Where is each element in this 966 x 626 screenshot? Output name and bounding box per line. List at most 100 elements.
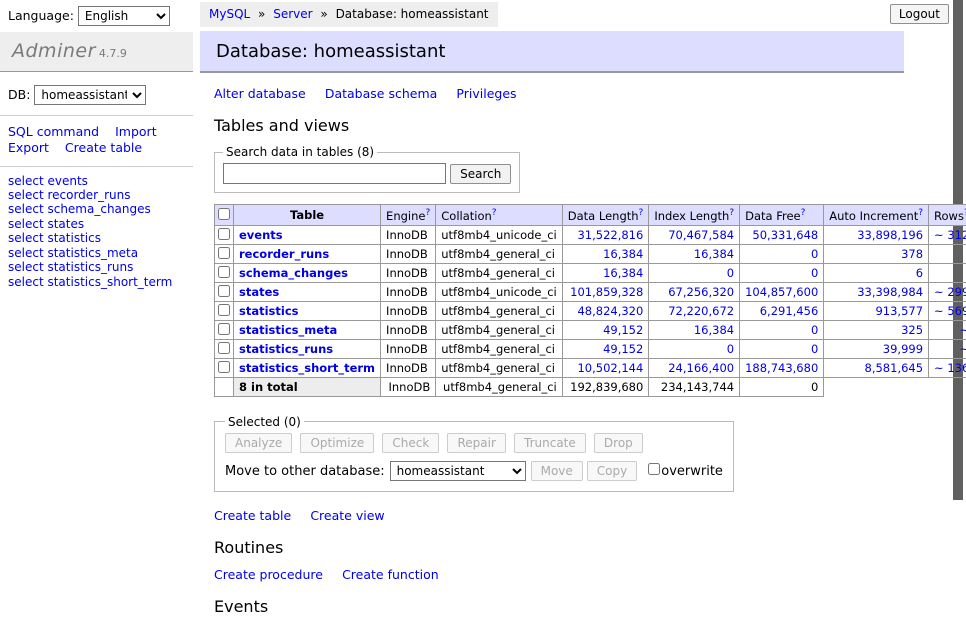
- index-length-link[interactable]: 70,467,584: [654, 228, 734, 242]
- create-view-link[interactable]: Create view: [310, 508, 384, 523]
- help-link[interactable]: ?: [918, 208, 923, 218]
- sidebar-table-link[interactable]: select statistics_meta: [8, 247, 185, 260]
- data-length-link[interactable]: 49,152: [568, 342, 644, 356]
- language-select[interactable]: English: [78, 6, 170, 26]
- create-procedure-link[interactable]: Create procedure: [214, 567, 323, 582]
- table-link[interactable]: schema_changes: [239, 266, 348, 280]
- move-button: Move: [531, 461, 583, 481]
- auto-increment-link[interactable]: 33,398,984: [829, 285, 923, 299]
- sidebar-table-link[interactable]: select recorder_runs: [8, 189, 185, 202]
- sidebar-table-link[interactable]: select statistics_runs: [8, 261, 185, 274]
- index-length-link[interactable]: 67,256,320: [654, 285, 734, 299]
- row-checkbox[interactable]: [218, 361, 230, 373]
- db-select[interactable]: homeassistant: [34, 85, 146, 105]
- data-length-link[interactable]: 49,152: [568, 323, 644, 337]
- data-free-link[interactable]: 0: [745, 266, 818, 280]
- select-all-checkbox[interactable]: [218, 208, 230, 220]
- row-checkbox[interactable]: [218, 228, 230, 240]
- analyze-button: Analyze: [225, 433, 292, 453]
- rows-link[interactable]: ~ 312,180: [934, 228, 966, 242]
- data-free-link[interactable]: 0: [745, 342, 818, 356]
- index-length-link[interactable]: 72,220,672: [654, 304, 734, 318]
- sidebar-table-link[interactable]: select states: [8, 218, 185, 231]
- sidebar-link-export[interactable]: Export: [8, 140, 49, 155]
- table-link[interactable]: statistics_runs: [239, 342, 333, 356]
- row-checkbox[interactable]: [218, 266, 230, 278]
- index-length-link[interactable]: 16,384: [654, 323, 734, 337]
- row-checkbox[interactable]: [218, 342, 230, 354]
- index-length-link[interactable]: 0: [654, 266, 734, 280]
- alter-database-link[interactable]: Alter database: [214, 86, 306, 101]
- index-length-link[interactable]: 24,166,400: [654, 361, 734, 375]
- auto-increment-link[interactable]: 8,581,645: [829, 361, 923, 375]
- breadcrumb-link-mysql[interactable]: MySQL: [209, 7, 250, 21]
- data-length-link[interactable]: 31,522,816: [568, 228, 644, 242]
- collation-cell: utf8mb4_general_ci: [436, 339, 563, 358]
- rows-link[interactable]: ~ 244: [934, 323, 966, 337]
- auto-increment-link[interactable]: 378: [829, 247, 923, 261]
- create-function-link[interactable]: Create function: [342, 567, 439, 582]
- search-input[interactable]: [223, 163, 446, 184]
- rows-link[interactable]: ~ 136,108: [934, 361, 966, 375]
- rows-link[interactable]: ~ 5: [934, 247, 966, 261]
- auto-increment-link[interactable]: 39,999: [829, 342, 923, 356]
- privileges-link[interactable]: Privileges: [456, 86, 516, 101]
- data-free-link[interactable]: 6,291,456: [745, 304, 818, 318]
- search-button[interactable]: Search: [450, 164, 511, 184]
- col-header-data-free: Data Free?: [740, 205, 824, 226]
- data-free-link[interactable]: 104,857,600: [745, 285, 818, 299]
- data-free-link[interactable]: 188,743,680: [745, 361, 818, 375]
- breadcrumb-link-server[interactable]: Server: [273, 7, 312, 21]
- drop-button: Drop: [594, 433, 643, 453]
- data-length-link[interactable]: 16,384: [568, 266, 644, 280]
- main-content: MySQL » Server » Database: homeassistant…: [200, 0, 904, 626]
- row-checkbox[interactable]: [218, 247, 230, 259]
- sidebar: Language:English Adminer4.7.9 DB:homeass…: [0, 0, 193, 290]
- rows-link[interactable]: ~ 299,833: [934, 285, 966, 299]
- auto-increment-link[interactable]: 913,577: [829, 304, 923, 318]
- rows-link[interactable]: ~ 628: [934, 342, 966, 356]
- data-length-link[interactable]: 10,502,144: [568, 361, 644, 375]
- table-link[interactable]: states: [239, 285, 279, 299]
- auto-increment-link[interactable]: 325: [829, 323, 923, 337]
- create-table-link[interactable]: Create table: [214, 508, 291, 523]
- sidebar-table-link[interactable]: select statistics_short_term: [8, 276, 185, 289]
- rows-link[interactable]: ~ 3: [934, 266, 966, 280]
- help-link[interactable]: ?: [801, 208, 806, 218]
- sidebar-table-link[interactable]: select events: [8, 175, 185, 188]
- move-db-select[interactable]: homeassistant: [390, 461, 526, 481]
- sidebar-link-import[interactable]: Import: [115, 124, 157, 139]
- data-free-link[interactable]: 50,331,648: [745, 228, 818, 242]
- data-free-link[interactable]: 0: [745, 323, 818, 337]
- breadcrumb-separator: »: [258, 7, 265, 21]
- table-link[interactable]: recorder_runs: [239, 247, 329, 261]
- row-checkbox[interactable]: [218, 323, 230, 335]
- data-length-link[interactable]: 48,824,320: [568, 304, 644, 318]
- footer-collation: utf8mb4_general_ci: [436, 377, 563, 396]
- table-link[interactable]: events: [239, 228, 283, 242]
- auto-increment-link[interactable]: 6: [829, 266, 923, 280]
- database-schema-link[interactable]: Database schema: [325, 86, 437, 101]
- row-checkbox[interactable]: [218, 304, 230, 316]
- rows-link[interactable]: ~ 569,159: [934, 304, 966, 318]
- routines-links: Create procedure Create function: [214, 567, 904, 583]
- table-link[interactable]: statistics_short_term: [239, 361, 375, 375]
- data-length-link[interactable]: 16,384: [568, 247, 644, 261]
- auto-increment-link[interactable]: 33,898,196: [829, 228, 923, 242]
- overwrite-checkbox[interactable]: [648, 463, 660, 475]
- sidebar-link-sql-command[interactable]: SQL command: [8, 124, 99, 139]
- index-length-link[interactable]: 0: [654, 342, 734, 356]
- table-link[interactable]: statistics_meta: [239, 323, 337, 337]
- help-link[interactable]: ?: [492, 208, 497, 218]
- help-link[interactable]: ?: [425, 208, 430, 218]
- sidebar-table-link[interactable]: select statistics: [8, 232, 185, 245]
- help-link[interactable]: ?: [729, 208, 734, 218]
- table-link[interactable]: statistics: [239, 304, 299, 318]
- row-checkbox[interactable]: [218, 285, 230, 297]
- sidebar-link-create-table[interactable]: Create table: [65, 140, 142, 155]
- help-link[interactable]: ?: [639, 208, 644, 218]
- sidebar-table-link[interactable]: select schema_changes: [8, 203, 185, 216]
- index-length-link[interactable]: 16,384: [654, 247, 734, 261]
- data-length-link[interactable]: 101,859,328: [568, 285, 644, 299]
- data-free-link[interactable]: 0: [745, 247, 818, 261]
